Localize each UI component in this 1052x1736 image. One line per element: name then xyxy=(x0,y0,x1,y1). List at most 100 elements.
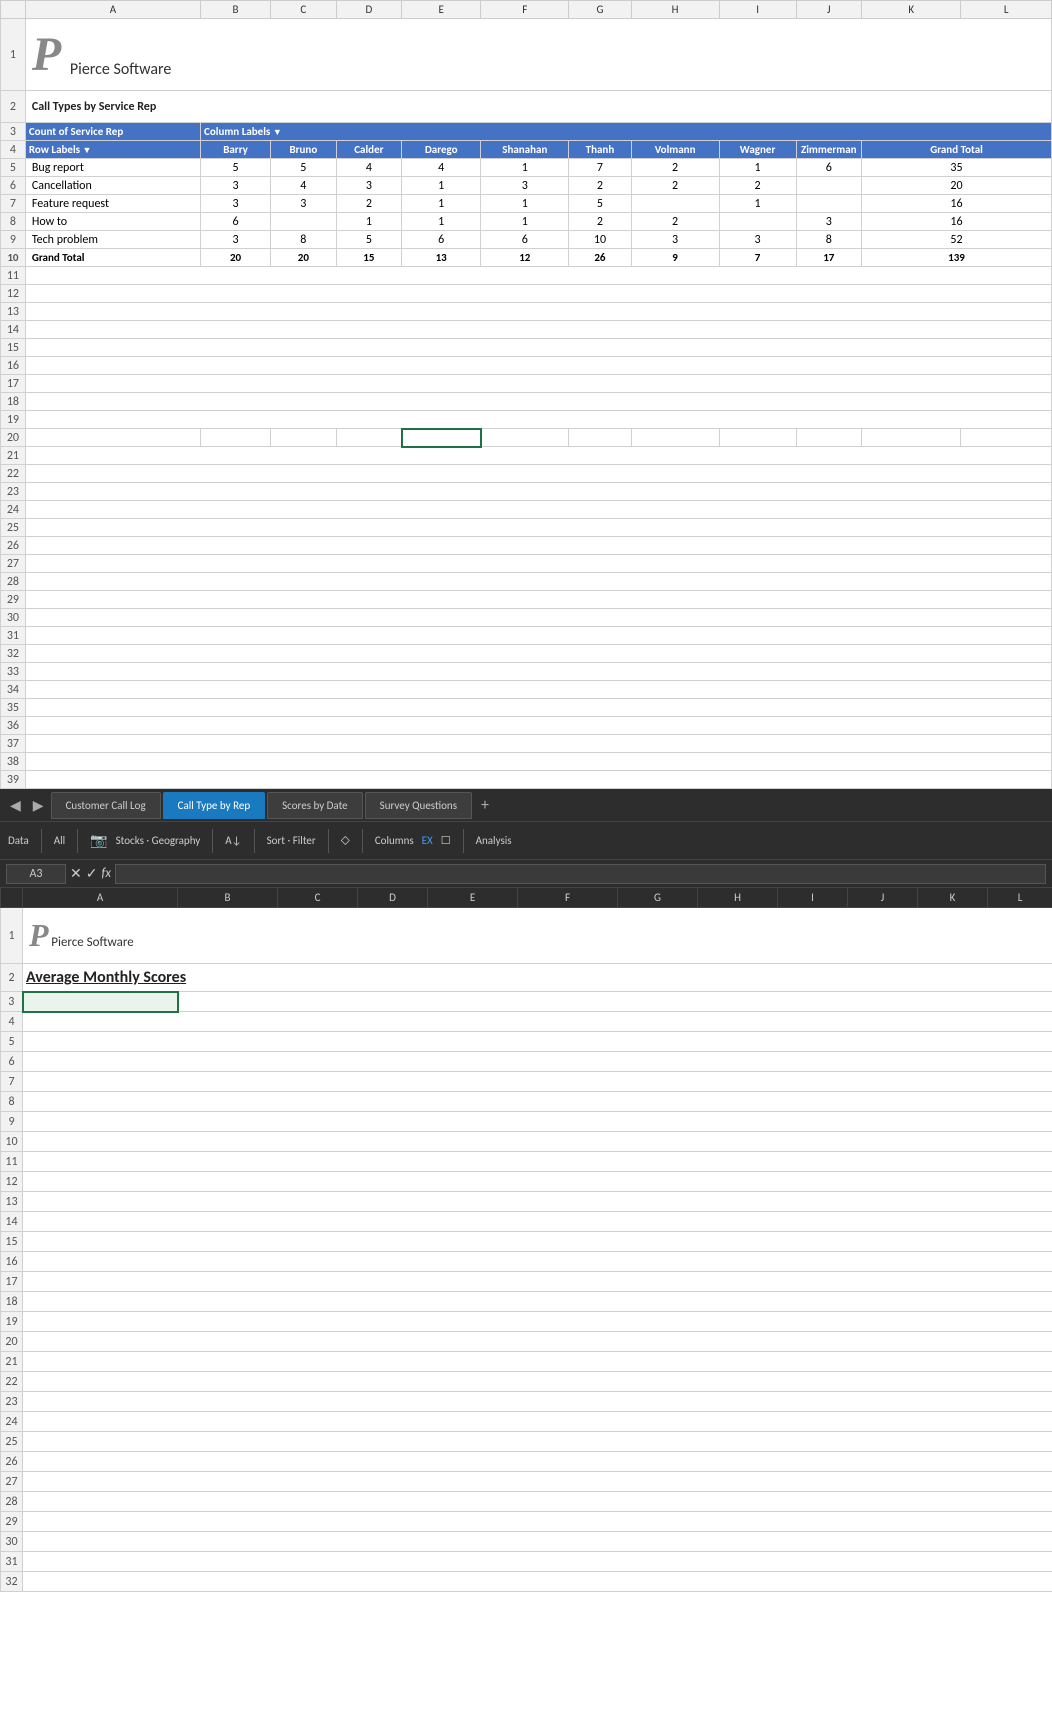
bottom-col-header-d[interactable]: D xyxy=(358,888,428,908)
checkbox-icon[interactable]: ☐ xyxy=(441,834,451,847)
table-row: 17 xyxy=(1,375,1052,393)
bottom-col-header-e[interactable]: E xyxy=(428,888,518,908)
selected-cell-f20[interactable] xyxy=(402,429,481,447)
camera-icon: 📷 xyxy=(90,832,107,849)
column-labels-dropdown-icon[interactable]: ▼ xyxy=(273,127,282,138)
table-row: 33 xyxy=(1,663,1052,681)
col-header-bruno: Bruno xyxy=(271,141,337,159)
ribbon-sort-filter-label[interactable]: Sort · Filter xyxy=(267,834,316,847)
count-label: Count of Service Rep xyxy=(25,123,200,141)
table-row: 30 xyxy=(1,1532,1052,1552)
pivot-header-row-3: 3 Count of Service Rep Column Labels ▼ xyxy=(1,123,1052,141)
table-row: 20 xyxy=(1,429,1052,447)
table-row: 19 xyxy=(1,411,1052,429)
ribbon-columns-label[interactable]: Columns xyxy=(375,834,414,847)
bottom-row-num-3: 3 xyxy=(1,992,23,1012)
formula-confirm-button[interactable]: ✓ xyxy=(86,865,98,882)
bottom-col-header-l[interactable]: L xyxy=(988,888,1052,908)
ribbon-sep-6 xyxy=(362,829,363,853)
bottom-column-header-row: A B C D E F G H I J K L xyxy=(1,888,1052,908)
col-header-calder: Calder xyxy=(336,141,402,159)
bottom-logo-row: 1 P Pierce Software xyxy=(1,908,1052,964)
table-row: 18 xyxy=(1,1292,1052,1312)
tab-scores-by-date[interactable]: Scores by Date xyxy=(267,792,363,819)
row-num-2: 2 xyxy=(1,91,26,123)
row-num-7: 7 xyxy=(1,195,26,213)
ribbon-analysis-label[interactable]: Analysis xyxy=(476,834,512,847)
col-header-h[interactable]: H xyxy=(631,1,719,19)
col-header-k[interactable]: K xyxy=(862,1,961,19)
ribbon-bar: Data All 📷 Stocks · Geography A↓ Sort · … xyxy=(0,821,1052,859)
col-header-darego: Darego xyxy=(402,141,481,159)
bottom-row-num-1: 1 xyxy=(1,908,23,964)
bottom-col-header-k[interactable]: K xyxy=(918,888,988,908)
col-header-i[interactable]: I xyxy=(719,1,796,19)
ribbon-sep-1 xyxy=(41,829,42,853)
table-row: 28 xyxy=(1,1492,1052,1512)
bottom-company-name: Pierce Software xyxy=(51,935,133,950)
row-label-tech-problem: Tech problem xyxy=(25,231,200,249)
bottom-col-header-c[interactable]: C xyxy=(278,888,358,908)
add-sheet-button[interactable]: + xyxy=(473,790,497,821)
tab-call-type-by-rep[interactable]: Call Type by Rep xyxy=(163,792,265,819)
cell-reference-box[interactable]: A3 xyxy=(6,864,66,884)
table-row: 24 xyxy=(1,501,1052,519)
col-header-g[interactable]: G xyxy=(569,1,631,19)
sheet-nav-prev[interactable]: ◀ xyxy=(4,795,27,816)
ribbon-photo-icon: 📷 xyxy=(90,832,107,849)
sheet-nav-next[interactable]: ▶ xyxy=(27,795,50,816)
bottom-col-header-f[interactable]: F xyxy=(518,888,618,908)
table-row: 11 xyxy=(1,1152,1052,1172)
col-header-f[interactable]: F xyxy=(481,1,569,19)
row-labels-header: Row Labels ▼ xyxy=(25,141,200,159)
app-container: A B C D E F G H I J K L 1 xyxy=(0,0,1052,1592)
bottom-spreadsheet-table: A B C D E F G H I J K L 1 xyxy=(0,887,1052,1592)
bottom-col-header-a[interactable]: A xyxy=(23,888,178,908)
col-header-l[interactable]: L xyxy=(961,1,1052,19)
ribbon-funnel-icon: ⬦ xyxy=(341,833,350,848)
funnel-icon[interactable]: ⬦ xyxy=(341,833,350,848)
company-name: Pierce Software xyxy=(70,60,171,79)
table-row: 37 xyxy=(1,735,1052,753)
table-row: 5 Bug report 5 5 4 4 1 7 2 1 6 35 xyxy=(1,159,1052,177)
ribbon-ex-label: EX xyxy=(422,834,433,847)
ribbon-data-label[interactable]: Data xyxy=(8,834,29,847)
ribbon-all: All xyxy=(54,834,65,847)
formula-input[interactable] xyxy=(115,864,1046,884)
top-spreadsheet-table: A B C D E F G H I J K L 1 xyxy=(0,0,1052,789)
col-header-j[interactable]: J xyxy=(796,1,862,19)
ribbon-all-label[interactable]: All xyxy=(54,834,65,847)
ribbon-data: Data xyxy=(8,834,29,847)
formula-cancel-button[interactable]: ✕ xyxy=(70,865,82,882)
table-row: 36 xyxy=(1,717,1052,735)
ribbon-ex-text[interactable]: EX xyxy=(422,834,433,847)
col-header-b[interactable]: B xyxy=(201,1,271,19)
table-row: 16 xyxy=(1,357,1052,375)
corner-cell xyxy=(1,1,26,19)
selected-cell-a3[interactable] xyxy=(23,992,178,1012)
row-label-how-to: How to xyxy=(25,213,200,231)
bottom-col-header-g[interactable]: G xyxy=(618,888,698,908)
bottom-col-header-h[interactable]: H xyxy=(698,888,778,908)
sort-az-icon[interactable]: A↓ xyxy=(225,834,241,847)
tab-survey-questions[interactable]: Survey Questions xyxy=(365,792,472,819)
table-row: 21 xyxy=(1,447,1052,465)
table-row: 18 xyxy=(1,393,1052,411)
row-num-3: 3 xyxy=(1,123,26,141)
tab-customer-call-log[interactable]: Customer Call Log xyxy=(51,792,161,819)
ribbon-stocks-label[interactable]: Stocks · Geography xyxy=(116,834,201,847)
col-header-e[interactable]: E xyxy=(402,1,481,19)
table-row: 7 xyxy=(1,1072,1052,1092)
bottom-col-header-i[interactable]: I xyxy=(778,888,848,908)
grand-total-label: Grand Total xyxy=(25,249,200,267)
table-row: 26 xyxy=(1,537,1052,555)
table-row: 14 xyxy=(1,321,1052,339)
bottom-col-header-j[interactable]: J xyxy=(848,888,918,908)
row-labels-dropdown-icon[interactable]: ▼ xyxy=(83,145,92,156)
col-header-d[interactable]: D xyxy=(336,1,402,19)
bottom-col-header-b[interactable]: B xyxy=(178,888,278,908)
table-row: 5 xyxy=(1,1032,1052,1052)
sheet-tabs-bar: ◀ ▶ Customer Call Log Call Type by Rep S… xyxy=(0,789,1052,821)
col-header-a[interactable]: A xyxy=(25,1,200,19)
col-header-c[interactable]: C xyxy=(271,1,337,19)
